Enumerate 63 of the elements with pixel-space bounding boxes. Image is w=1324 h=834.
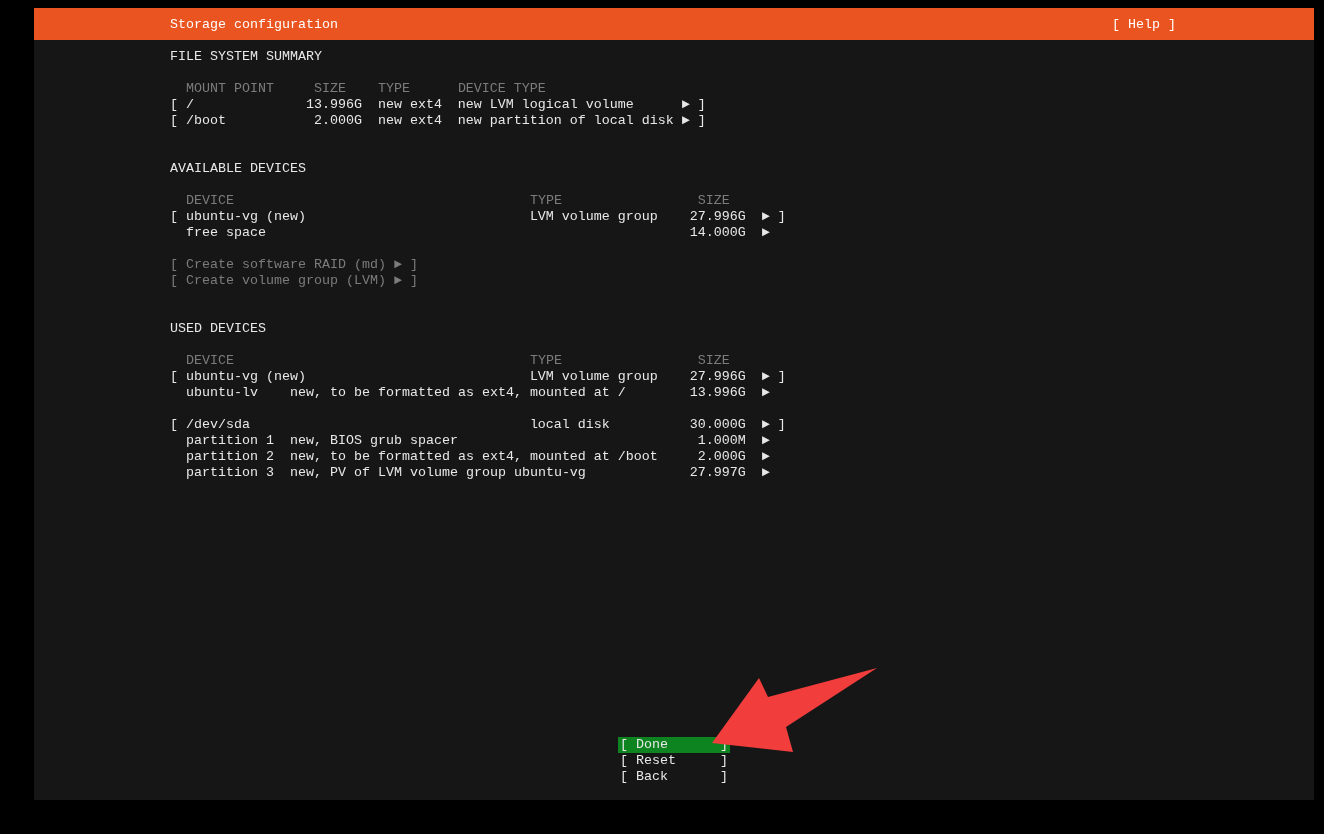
section-title: AVAILABLE DEVICES xyxy=(170,161,306,177)
table-cell: LVM volume group xyxy=(529,209,658,225)
table-cell: partition 1 xyxy=(186,433,274,449)
table-cell: ubuntu-vg (new) xyxy=(185,369,306,385)
table-cell: /dev/sda xyxy=(185,417,250,433)
column-header: TYPE xyxy=(529,353,562,369)
section-title: USED DEVICES xyxy=(170,321,266,337)
column-header: TYPE xyxy=(529,193,562,209)
table-cell: new ext4 xyxy=(377,97,442,113)
menu-button[interactable]: [ Reset ] xyxy=(618,753,730,769)
table-cell-text: 30.000G xyxy=(688,417,746,433)
table-cell-text: 2.000G xyxy=(696,449,746,465)
row-bracket[interactable]: [ xyxy=(170,113,178,129)
table-cell-text: 27.996G xyxy=(688,209,746,225)
menu-arrow[interactable]: ► ] xyxy=(681,97,706,113)
table-cell-text: 13.996G xyxy=(688,385,746,401)
table-cell-text: 2.000G xyxy=(312,113,362,129)
menu-arrow[interactable]: ► xyxy=(761,449,770,465)
table-cell: new, to be formatted as ext4, mounted at /boot xyxy=(289,449,658,465)
column-header: MOUNT POINT xyxy=(186,81,274,97)
menu-arrow[interactable]: ► xyxy=(761,433,770,449)
table-cell: / xyxy=(185,97,194,113)
table-cell-text: 14.000G xyxy=(688,225,746,241)
menu-arrow[interactable]: ► xyxy=(761,385,770,401)
menu-arrow[interactable]: ► xyxy=(761,465,770,481)
table-cell: LVM volume group xyxy=(529,369,658,385)
menu-arrow[interactable]: ► ] xyxy=(761,369,786,385)
menu-arrow[interactable]: ► ] xyxy=(761,417,786,433)
menu-arrow[interactable]: ► xyxy=(761,225,770,241)
table-cell: ubuntu-vg (new) xyxy=(185,209,306,225)
table-cell: local disk xyxy=(529,417,610,433)
table-cell: new, BIOS grub spacer xyxy=(289,433,458,449)
table-cell: new partition of local disk xyxy=(457,113,674,129)
column-header: DEVICE xyxy=(186,353,234,369)
table-cell: new LVM logical volume xyxy=(457,97,634,113)
column-header: TYPE xyxy=(377,81,410,97)
row-bracket[interactable]: [ xyxy=(170,209,178,225)
table-cell-text: 27.996G xyxy=(688,369,746,385)
table-cell: free space xyxy=(186,225,266,241)
screen-title: Storage configuration xyxy=(170,16,338,32)
table-cell: partition 3 xyxy=(186,465,274,481)
menu-button[interactable]: [ Back ] xyxy=(618,769,730,785)
table-cell-text: 1.000M xyxy=(696,433,746,449)
table-cell-text: 13.996G xyxy=(304,97,362,113)
row-bracket[interactable]: [ xyxy=(170,369,178,385)
help-button[interactable]: [ Help ] xyxy=(1112,16,1176,32)
menu-arrow[interactable]: ► ] xyxy=(761,209,786,225)
table-cell: new ext4 xyxy=(377,113,442,129)
table-cell: ubuntu-lv xyxy=(186,385,258,401)
column-header: DEVICE TYPE xyxy=(457,81,546,97)
table-cell: partition 2 xyxy=(186,449,274,465)
column-header: SIZE xyxy=(697,193,730,209)
row-bracket[interactable]: [ xyxy=(170,417,178,433)
menu-arrow[interactable]: ► ] xyxy=(681,113,706,129)
column-header: DEVICE xyxy=(186,193,234,209)
section-title: FILE SYSTEM SUMMARY xyxy=(170,49,322,65)
table-cell-text: 27.997G xyxy=(688,465,746,481)
column-header: SIZE xyxy=(697,353,730,369)
row-bracket[interactable]: [ xyxy=(170,97,178,113)
table-cell: new, to be formatted as ext4, mounted at / xyxy=(289,385,626,401)
table-cell: /boot xyxy=(185,113,226,129)
column-header: SIZE xyxy=(313,81,346,97)
table-cell: new, PV of LVM volume group ubuntu-vg xyxy=(289,465,586,481)
